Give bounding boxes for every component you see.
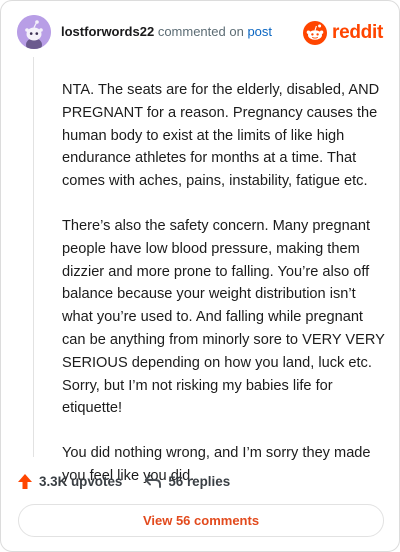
reddit-logo-icon [303,21,328,45]
commented-on-text: commented on [157,24,244,39]
upvote-count: 3.3K upvotes [39,473,123,489]
reddit-brand[interactable]: reddit [303,21,383,45]
snoo-avatar-icon[interactable] [17,15,51,49]
comment-card: lostforwords22 commented on post reddit [0,0,400,552]
upvote-arrow-icon [17,473,33,490]
comment-header: lostforwords22 commented on post reddit [17,15,383,55]
post-link[interactable]: post [247,24,272,39]
thread-line [33,57,34,457]
reply-button[interactable]: 56 replies [144,473,230,489]
view-comments-button[interactable]: View 56 comments [18,504,384,537]
upvote-button[interactable]: 3.3K upvotes [17,473,122,490]
comment-actions: 3.3K upvotes 56 replies [17,470,252,492]
comment-paragraph: There’s also the safety concern. Many pr… [62,217,385,417]
brand-wordmark: reddit [332,22,383,43]
comment-meta: lostforwords22 commented on post [61,24,272,39]
comment-paragraph: NTA. The seats are for the elderly, disa… [62,82,380,190]
comment-body: NTA. The seats are for the elderly, disa… [62,79,388,510]
reply-count: 56 replies [168,473,231,489]
reply-arrow-icon [144,473,162,489]
username-link[interactable]: lostforwords22 [61,24,154,39]
